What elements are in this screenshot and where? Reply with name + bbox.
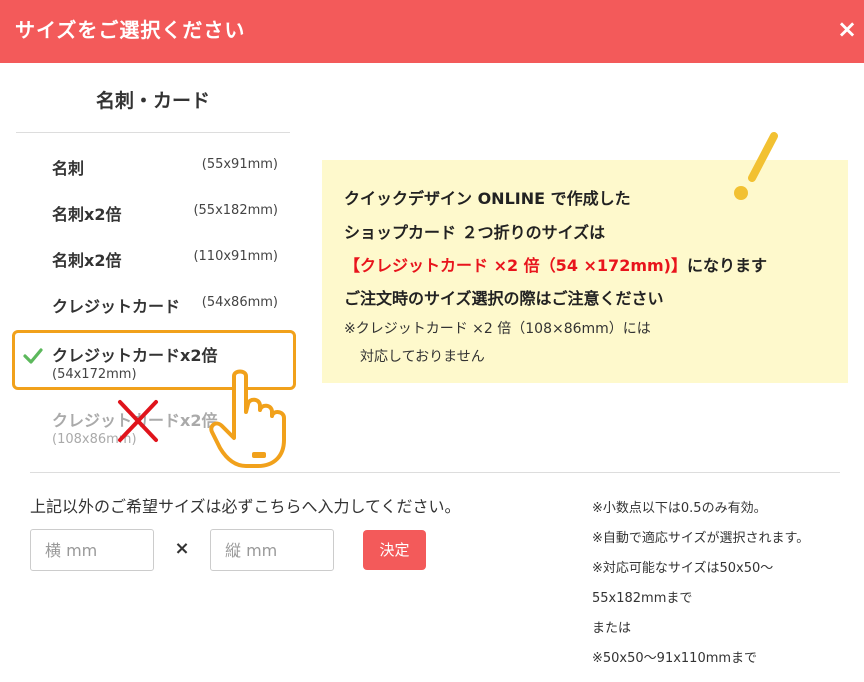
- info-line: ※対応可能なサイズは50x50〜: [592, 561, 774, 576]
- close-icon[interactable]: ×: [834, 14, 860, 44]
- size-option-credit-card[interactable]: クレジットカード (54x86mm): [12, 280, 296, 326]
- size-option-dimensions: (55x182mm): [193, 203, 278, 218]
- exclamation-icon: [734, 132, 778, 200]
- notice-line-1: クイックデザイン ONLINE で作成した: [344, 189, 631, 208]
- info-line: ※50x50〜91x110mmまで: [592, 651, 758, 666]
- notice-note-2: 対応しておりません: [360, 349, 485, 365]
- info-line: 55x182mmまで: [592, 591, 693, 606]
- section-divider: [30, 472, 840, 473]
- notice-line-3-rest: になります: [686, 256, 767, 275]
- info-line: ※小数点以下は0.5のみ有効。: [592, 501, 767, 516]
- info-line: または: [592, 621, 632, 636]
- notice-line-4: ご注文時のサイズ選択の際はご注意ください: [344, 289, 664, 308]
- size-option-name: クレジットカードx2倍: [52, 346, 218, 365]
- size-option-dimensions: (54x86mm): [201, 295, 278, 310]
- size-option-dimensions: (54x172mm): [52, 367, 137, 382]
- size-option-name: 名刺: [52, 159, 85, 178]
- size-option-name: クレジットカードx2倍: [52, 411, 218, 430]
- notice-size-highlight: 【クレジットカード ×2 倍（54 ×172mm)】: [344, 256, 687, 275]
- size-option-credit-card-x2-selected[interactable]: クレジットカードx2倍 (54x172mm): [12, 330, 296, 390]
- modal-title: サイズをご選択ください: [15, 18, 246, 42]
- size-option-name: クレジットカード: [52, 297, 181, 316]
- size-option-meishi-x2-vertical[interactable]: 名刺x2倍 (55x182mm): [12, 188, 296, 234]
- size-option-name: 名刺x2倍: [52, 205, 122, 224]
- category-title: 名刺・カード: [95, 90, 210, 112]
- size-option-dimensions: (55x91mm): [201, 157, 278, 172]
- notice-note-1: ※クレジットカード ×2 倍（108×86mm）には: [344, 321, 651, 337]
- custom-size-label: 上記以外のご希望サイズは必ずこちらへ入力してください。: [30, 497, 461, 516]
- size-option-dimensions: (108x86mm): [52, 432, 137, 447]
- size-option-name: 名刺x2倍: [52, 251, 122, 270]
- submit-button[interactable]: 決定: [363, 530, 426, 570]
- times-icon: ×: [174, 538, 190, 559]
- width-input[interactable]: [30, 529, 154, 571]
- size-option-dimensions: (110x91mm): [193, 249, 278, 264]
- notice-line-3: 【クレジットカード ×2 倍（54 ×172mm)】になります: [344, 252, 767, 276]
- modal-header: サイズをご選択ください ×: [0, 0, 864, 63]
- info-line: ※自動で適応サイズが選択されます。: [592, 531, 810, 546]
- category-divider: [16, 132, 290, 133]
- notice-line-2: ショップカード ２つ折りのサイズは: [344, 223, 606, 242]
- size-option-meishi-x2-horizontal[interactable]: 名刺x2倍 (110x91mm): [12, 234, 296, 280]
- size-option-credit-card-x2-unavailable[interactable]: クレジットカードx2倍 (108x86mm): [12, 402, 296, 448]
- height-input[interactable]: [210, 529, 334, 571]
- size-option-meishi[interactable]: 名刺 (55x91mm): [12, 142, 296, 188]
- check-icon: [23, 348, 43, 364]
